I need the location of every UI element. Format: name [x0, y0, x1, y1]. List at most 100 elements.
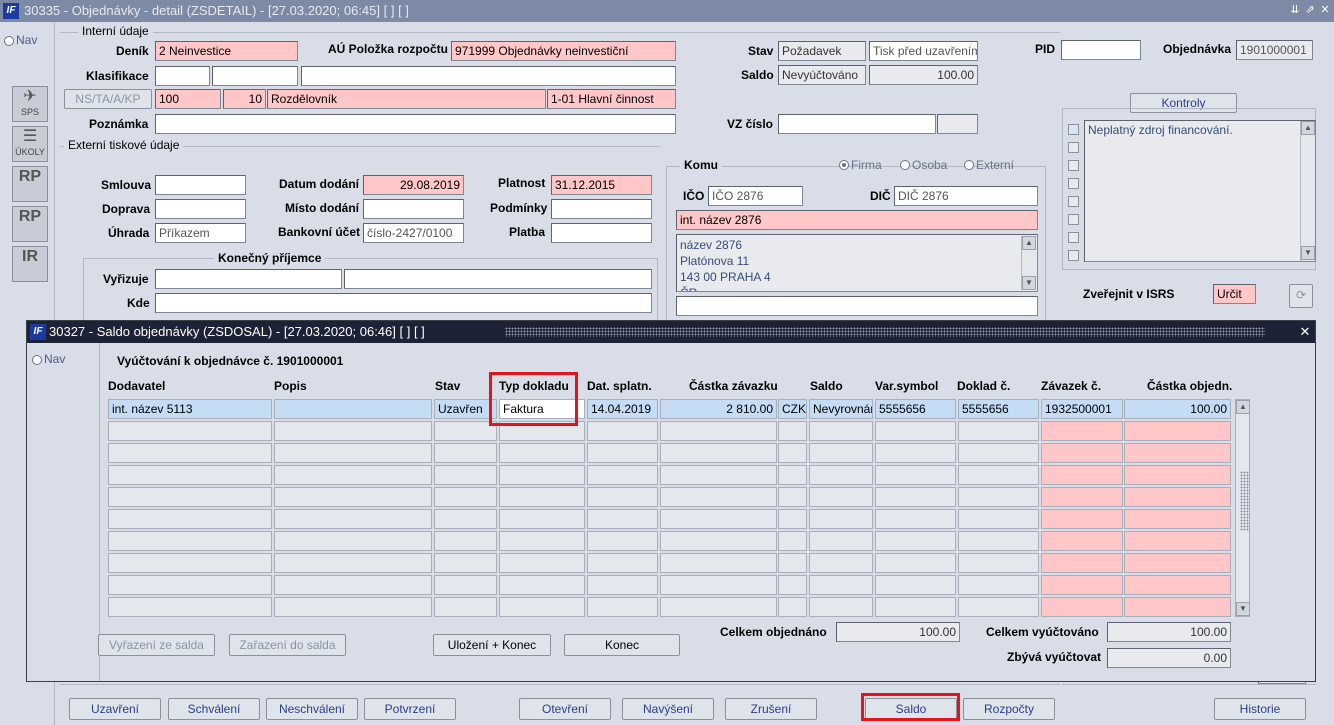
ns-field[interactable]: 100 — [155, 89, 221, 109]
int-nazev-field[interactable]: int. název 2876 — [676, 210, 1038, 230]
zruseni-button[interactable]: Zrušení — [725, 698, 817, 720]
scroll-down-icon[interactable]: ▼ — [1022, 276, 1036, 290]
table-cell[interactable] — [587, 487, 658, 507]
table-cell[interactable] — [875, 531, 956, 551]
ukoly-icon[interactable]: ☰ ÚKOLY — [12, 126, 48, 162]
platnost-field[interactable]: 31.12.2015 — [551, 175, 652, 195]
komu-extra-field[interactable] — [676, 296, 1038, 316]
vz-field[interactable] — [778, 114, 936, 134]
table-cell[interactable] — [778, 597, 807, 617]
cell-castka-objedn[interactable]: 100.00 — [1124, 399, 1231, 419]
table-cell[interactable] — [660, 597, 777, 617]
datum-dodani-field[interactable]: 29.08.2019 — [363, 175, 464, 195]
table-cell[interactable] — [809, 443, 873, 463]
table-cell[interactable] — [434, 531, 497, 551]
table-cell[interactable] — [108, 465, 272, 485]
table-cell[interactable] — [108, 509, 272, 529]
kontroly-check-8[interactable] — [1068, 250, 1079, 261]
nav-radio[interactable] — [4, 36, 14, 46]
denik-field[interactable]: 2 Neinvestice — [155, 41, 298, 61]
table-cell[interactable] — [1124, 487, 1231, 507]
table-cell[interactable] — [1041, 509, 1123, 529]
tisk-field[interactable]: Tisk před uzavřením — [869, 41, 978, 61]
dic-field[interactable]: DIČ 2876 — [894, 186, 1038, 206]
vyrizuje-field-2[interactable] — [344, 269, 652, 289]
table-cell[interactable] — [1041, 553, 1123, 573]
smlouva-field[interactable] — [155, 175, 246, 195]
rozpocty-button[interactable]: Rozpočty — [963, 698, 1055, 720]
cell-var-symbol[interactable]: 5555656 — [875, 399, 956, 419]
table-cell[interactable] — [875, 597, 956, 617]
table-cell[interactable] — [1124, 509, 1231, 529]
zbyva-vyuctovat-field[interactable]: 0.00 — [1107, 648, 1231, 668]
rp-alt-icon[interactable]: RP — [12, 206, 48, 242]
table-cell[interactable] — [809, 487, 873, 507]
table-cell[interactable] — [875, 443, 956, 463]
table-cell[interactable] — [875, 553, 956, 573]
scroll-down-icon[interactable]: ▼ — [1301, 246, 1315, 260]
table-cell[interactable] — [660, 443, 777, 463]
grid-gripper[interactable] — [1240, 471, 1250, 531]
cell-mena[interactable]: CZK — [778, 399, 807, 419]
table-cell[interactable] — [1041, 443, 1123, 463]
table-cell[interactable] — [1041, 465, 1123, 485]
table-cell[interactable] — [875, 509, 956, 529]
vz-field-2[interactable] — [937, 114, 978, 134]
table-cell[interactable] — [875, 421, 956, 441]
table-cell[interactable] — [499, 443, 585, 463]
kontroly-check-7[interactable] — [1068, 232, 1079, 243]
rp-icon[interactable]: RP — [12, 166, 48, 202]
table-cell[interactable] — [587, 553, 658, 573]
table-cell[interactable] — [778, 443, 807, 463]
table-cell[interactable] — [1124, 421, 1231, 441]
table-cell[interactable] — [809, 509, 873, 529]
nsta-button[interactable]: NS/TA/A/KP — [64, 89, 152, 109]
table-cell[interactable] — [587, 443, 658, 463]
misto-dodani-field[interactable] — [363, 199, 464, 219]
table-cell[interactable] — [274, 597, 432, 617]
table-cell[interactable] — [274, 575, 432, 595]
table-cell[interactable] — [778, 465, 807, 485]
table-cell[interactable] — [809, 531, 873, 551]
scroll-up-icon[interactable]: ▲ — [1236, 400, 1250, 414]
table-cell[interactable] — [434, 553, 497, 573]
table-cell[interactable] — [660, 531, 777, 551]
saldo-status-field[interactable]: Nevyúčtováno — [778, 65, 866, 85]
table-cell[interactable] — [875, 575, 956, 595]
table-cell[interactable] — [499, 597, 585, 617]
table-cell[interactable] — [875, 465, 956, 485]
table-cell[interactable] — [778, 421, 807, 441]
scroll-up-icon[interactable]: ▲ — [1301, 121, 1315, 135]
historie-button[interactable]: Historie — [1214, 698, 1306, 720]
table-cell[interactable] — [499, 465, 585, 485]
kontroly-check-3[interactable] — [1068, 160, 1079, 171]
table-cell[interactable] — [778, 575, 807, 595]
cell-doklad[interactable]: 5555656 — [958, 399, 1039, 419]
table-cell[interactable] — [108, 443, 272, 463]
table-cell[interactable] — [1041, 575, 1123, 595]
isrs-field[interactable]: Určit — [1213, 284, 1256, 304]
table-cell[interactable] — [434, 465, 497, 485]
table-cell[interactable] — [660, 421, 777, 441]
table-cell[interactable] — [434, 443, 497, 463]
table-cell[interactable] — [499, 487, 585, 507]
table-cell[interactable] — [809, 597, 873, 617]
kontroly-check-2[interactable] — [1068, 142, 1079, 153]
table-cell[interactable] — [1124, 465, 1231, 485]
table-cell[interactable] — [499, 553, 585, 573]
firma-radio[interactable] — [839, 160, 849, 170]
table-cell[interactable] — [587, 597, 658, 617]
table-cell[interactable] — [274, 531, 432, 551]
address-box[interactable]: název 2876 Platónova 11 143 00 PRAHA 4 Č… — [676, 234, 1038, 292]
kontroly-check-1[interactable] — [1068, 124, 1079, 135]
table-cell[interactable] — [587, 575, 658, 595]
table-cell[interactable] — [1041, 531, 1123, 551]
scroll-down-icon[interactable]: ▼ — [1236, 602, 1250, 616]
table-cell[interactable] — [958, 597, 1039, 617]
table-cell[interactable] — [274, 465, 432, 485]
vyrazeni-ze-salda-button[interactable]: Vyřazení ze salda — [98, 634, 215, 656]
kde-field[interactable] — [155, 293, 652, 313]
table-cell[interactable] — [778, 531, 807, 551]
dialog-nav-label[interactable]: Nav — [44, 352, 65, 366]
table-cell[interactable] — [778, 509, 807, 529]
